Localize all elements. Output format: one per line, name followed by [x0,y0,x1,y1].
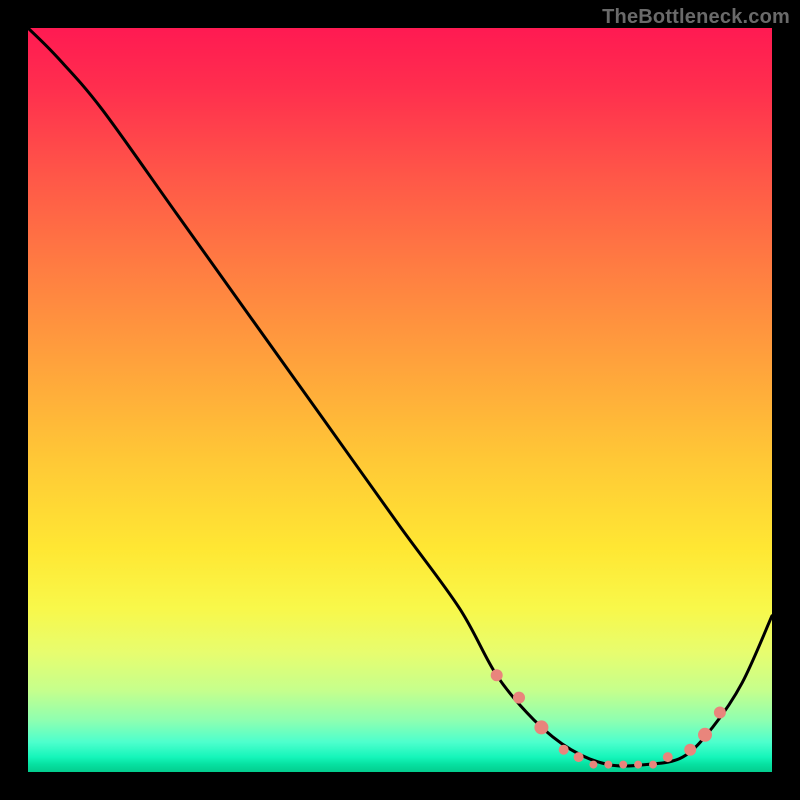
marker-point [698,728,712,742]
plot-area [28,28,772,772]
marker-point [663,752,673,762]
marker-point [589,761,597,769]
marker-point [649,761,657,769]
marker-point [491,669,503,681]
marker-point [634,761,642,769]
curve-svg [28,28,772,772]
bottleneck-curve [28,28,772,766]
highlighted-points [491,669,726,768]
marker-point [619,761,627,769]
marker-point [513,692,525,704]
chart-frame: TheBottleneck.com [0,0,800,800]
marker-point [559,745,569,755]
marker-point [534,720,548,734]
watermark-text: TheBottleneck.com [602,6,790,29]
marker-point [714,707,726,719]
marker-point [684,744,696,756]
marker-point [604,761,612,769]
marker-point [574,752,584,762]
